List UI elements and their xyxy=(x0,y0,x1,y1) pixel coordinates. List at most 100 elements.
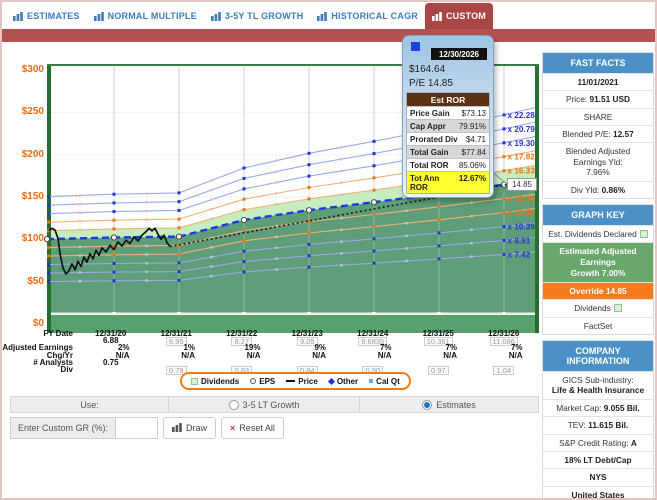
fast-facts-row: Blended P/E: 12.57 xyxy=(543,125,653,142)
fy-cell: 12/31/23 xyxy=(275,330,341,337)
active-tab-band xyxy=(2,29,655,42)
legend-label: Cal Qt xyxy=(376,377,400,386)
fastgraphs-custom-page: ESTIMATES NORMAL MULTIPLE 3-5Y TL GROWTH HI… xyxy=(0,0,657,500)
calqt-dot-icon xyxy=(369,379,373,383)
fy-cell xyxy=(144,359,210,366)
tooltip-row-value: 12.67% xyxy=(459,174,486,192)
tooltip-row-label: Total ROR xyxy=(410,161,449,170)
company-info-row: GICS Sub-industry:Life & Health Insuranc… xyxy=(543,371,653,399)
tooltip-pe: P/E 14.85 xyxy=(406,76,490,90)
svg-text:x 10.39: x 10.39 xyxy=(508,222,536,231)
fy-row-label: FY Date xyxy=(2,330,78,337)
radio-icon[interactable] xyxy=(422,400,432,410)
tooltip-row-cap-appr: Cap Appr79.91% xyxy=(407,119,489,132)
other-diamond-icon xyxy=(328,377,335,384)
use-label-cell: Use: xyxy=(10,396,169,413)
use-option-estimates[interactable]: Estimates xyxy=(360,396,539,413)
tab-historical-cagr[interactable]: HISTORICAL CAGR xyxy=(310,3,425,29)
legend-label: Price xyxy=(298,377,318,386)
legend-item-dividends[interactable]: Dividends xyxy=(191,377,239,386)
price-dash-icon xyxy=(286,380,295,382)
radio-icon[interactable] xyxy=(229,400,239,410)
tooltip-row-value: $73.13 xyxy=(462,109,486,118)
svg-text:x 11.88: x 11.88 xyxy=(508,208,535,217)
tooltip-row-value: $77.84 xyxy=(462,148,486,157)
chart-bars-icon xyxy=(94,12,104,21)
svg-text:x 7.42: x 7.42 xyxy=(508,250,531,259)
company-info-row: NYS xyxy=(543,468,653,485)
reset-all-button[interactable]: × Reset All xyxy=(221,417,284,439)
fy-cell: 1% xyxy=(144,344,210,351)
tooltip-price: $164.64 xyxy=(406,62,490,76)
fy-cell: 2% xyxy=(78,344,144,351)
company-info-row: Market Cap: 9.055 Bil. xyxy=(543,399,653,416)
fy-cell: N/A xyxy=(340,352,406,359)
dividends-swatch-icon xyxy=(191,378,198,385)
fy-cell: N/A xyxy=(406,352,472,359)
svg-text:x 20.79: x 20.79 xyxy=(508,125,536,134)
fy-cell: 9% xyxy=(275,344,341,351)
tab-custom[interactable]: CUSTOM xyxy=(425,3,493,29)
fy-cell: 7% xyxy=(471,344,537,351)
tab-3-5y-tl-growth[interactable]: 3-5Y TL GROWTH xyxy=(204,3,310,29)
graph-key-orange-block: Override 14.85 xyxy=(543,282,653,300)
fy-table-row: Chg/YrN/AN/AN/AN/AN/AN/AN/A xyxy=(2,352,539,359)
fy-cell xyxy=(471,359,537,366)
custom-growth-row: Enter Custom GR (%): Draw × Reset All xyxy=(10,417,284,439)
custom-gr-input[interactable] xyxy=(116,417,158,439)
draw-button[interactable]: Draw xyxy=(163,417,216,439)
chart-bars-icon xyxy=(211,12,221,21)
svg-text:x 8.91: x 8.91 xyxy=(508,236,531,245)
fy-cell: N/A xyxy=(471,352,537,359)
tooltip-date: 12/30/2026 xyxy=(431,48,487,60)
tab-label: HISTORICAL CAGR xyxy=(331,11,418,21)
use-option-label: 3-5 LT Growth xyxy=(243,400,300,410)
tab-normal-multiple[interactable]: NORMAL MULTIPLE xyxy=(87,3,204,29)
legend-item-price[interactable]: Price xyxy=(286,377,318,386)
tooltip-row-price-gain: Price Gain$73.13 xyxy=(407,106,489,119)
legend-item-other[interactable]: Other xyxy=(329,377,358,386)
legend-item-cal-qt[interactable]: Cal Qt xyxy=(369,377,400,386)
graph-key-panel: GRAPH KEYEst. Dividends DeclaredEstimate… xyxy=(542,204,654,335)
fast-facts-panel-header: FAST FACTS xyxy=(543,53,653,73)
fiscal-year-table: FY Date12/31/2012/31/2112/31/2212/31/231… xyxy=(2,330,539,373)
tab-label: CUSTOM xyxy=(446,11,486,21)
tooltip-row-label: Prorated Div xyxy=(410,135,458,144)
tooltip-row-value: 85.06% xyxy=(459,161,486,170)
fast-facts-row: Blended AdjustedEarnings Yld:7.96% xyxy=(543,142,653,180)
fy-cell: N/A xyxy=(209,352,275,359)
fy-cell xyxy=(209,359,275,366)
sidebar: FAST FACTS11/01/2021Price: 91.51 USDSHAR… xyxy=(542,52,654,500)
fy-table-row: # Analysts0.75 xyxy=(2,359,539,366)
use-option-3-5-lt-growth[interactable]: 3-5 LT Growth xyxy=(169,396,360,413)
fy-cell: 12/31/24 xyxy=(340,330,406,337)
fy-cell: 12/31/22 xyxy=(209,330,275,337)
use-selector-bar: Use: 3-5 LT Growth Estimates xyxy=(10,396,539,413)
fy-cell: 19% xyxy=(209,344,275,351)
tab-estimates[interactable]: ESTIMATES xyxy=(6,3,87,29)
tab-label: ESTIMATES xyxy=(27,11,80,21)
graph-key-row: Est. Dividends Declared xyxy=(543,225,653,242)
svg-text:x 16.33: x 16.33 xyxy=(508,167,536,176)
legend-item-eps[interactable]: EPS xyxy=(250,377,275,386)
fast-facts-row: 11/01/2021 xyxy=(543,73,653,90)
fy-table-row: FY Date12/31/2012/31/2112/31/2212/31/231… xyxy=(2,330,539,337)
company-info-row: TEV: 11.615 Bil. xyxy=(543,416,653,433)
tab-label: 3-5Y TL GROWTH xyxy=(225,11,303,21)
draw-button-label: Draw xyxy=(186,423,207,433)
green-swatch-icon xyxy=(614,304,622,312)
use-option-label: Estimates xyxy=(436,400,476,410)
tooltip-row-prorated-div: Prorated Div$4.71 xyxy=(407,132,489,145)
svg-text:x 17.82: x 17.82 xyxy=(508,153,536,162)
fast-facts-row: Div Yld: 0.86% xyxy=(543,181,653,198)
tooltip-table-rows: Price Gain$73.13Cap Appr79.91%Prorated D… xyxy=(407,106,489,193)
fast-facts-row: Price: 91.51 USD xyxy=(543,90,653,107)
tooltip-row-label: Cap Appr xyxy=(410,122,446,131)
override-multiple-box: 14.85 xyxy=(507,178,537,191)
fy-cell: 12/31/26 xyxy=(471,330,537,337)
fy-cell: 7% xyxy=(340,344,406,351)
tooltip-est-ror-table: Est ROR Price Gain$73.13Cap Appr79.91%Pr… xyxy=(406,92,490,194)
fy-cell xyxy=(406,359,472,366)
svg-text:x 13.36: x 13.36 xyxy=(508,195,536,204)
fy-cell xyxy=(340,359,406,366)
